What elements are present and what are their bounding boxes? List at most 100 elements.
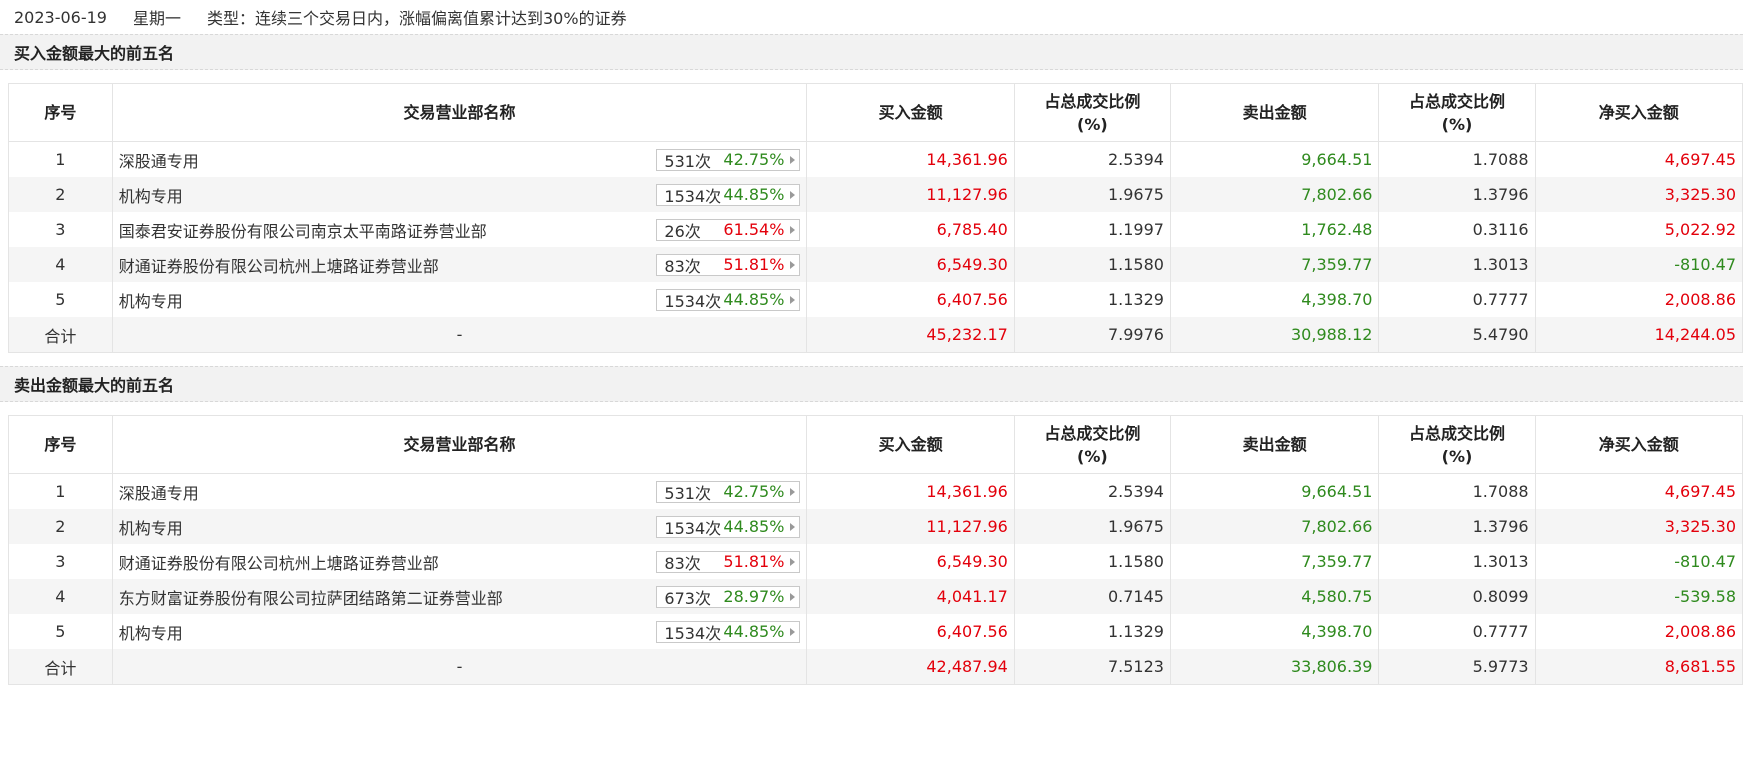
up-probability: 42.75%: [723, 482, 785, 501]
sell-amount: 7,359.77: [1169, 544, 1380, 579]
info-bar: 2023-06-19 星期一 类型：连续三个交易日内，涨幅偏离值累计达到30%的…: [0, 0, 1743, 34]
branch-name-cell: 财通证券股份有限公司杭州上塘路证券营业部 83次 51.81%: [111, 247, 808, 282]
col-branch-name-header: 交易营业部名称: [111, 83, 808, 142]
buy-top5-table: 序号 交易营业部名称 买入金额 占总成交比例 (%) 卖出金额 占总成交比例 (%)…: [8, 83, 1743, 353]
branch-stats-badge[interactable]: 83次 51.81%: [656, 550, 801, 573]
sell-ratio: 1.3013: [1378, 544, 1536, 579]
arrow-right-icon: [790, 592, 796, 601]
sell-amount: 7,802.66: [1169, 509, 1380, 544]
total-buy-amount: 42,487.94: [806, 649, 1015, 685]
net-buy-amount: -810.47: [1534, 544, 1743, 579]
trade-date: 2023-06-19: [14, 7, 107, 27]
buy-amount: 6,549.30: [806, 544, 1015, 579]
branch-name[interactable]: 财通证券股份有限公司杭州上塘路证券营业部: [119, 550, 439, 574]
sell-amount: 1,762.48: [1169, 212, 1380, 247]
total-sell-amount: 30,988.12: [1169, 317, 1380, 353]
arrow-right-icon: [790, 190, 796, 199]
table-row: 1 深股通专用 531次 42.75% 14,361.96 2.5394 9,664.51 1…: [8, 141, 1743, 177]
sell-ratio: 1.3796: [1378, 509, 1536, 544]
branch-name[interactable]: 深股通专用: [119, 480, 199, 504]
sell-amount: 7,359.77: [1169, 247, 1380, 282]
branch-name-wrapper: 机构专用 1534次 44.85%: [119, 515, 801, 539]
row-index: 5: [8, 282, 113, 317]
buy-amount: 6,407.56: [806, 614, 1015, 649]
branch-stats-badge[interactable]: 531次 42.75%: [656, 480, 801, 503]
row-index: 2: [8, 177, 113, 212]
total-branch-placeholder: -: [111, 649, 808, 685]
list-count: 531次: [664, 151, 711, 171]
branch-name[interactable]: 东方财富证券股份有限公司拉萨团结路第二证券营业部: [119, 585, 503, 609]
branch-name-wrapper: 财通证券股份有限公司杭州上塘路证券营业部 83次 51.81%: [119, 253, 801, 277]
branch-name[interactable]: 国泰君安证券股份有限公司南京太平南路证券营业部: [119, 218, 487, 242]
col-net-buy-header: 净买入金额: [1534, 415, 1743, 474]
net-buy-amount: 2,008.86: [1534, 614, 1743, 649]
buy-amount: 4,041.17: [806, 579, 1015, 614]
arrow-right-icon: [790, 522, 796, 531]
table-row: 3 财通证券股份有限公司杭州上塘路证券营业部 83次 51.81% 6,549.30 1.…: [8, 544, 1743, 579]
up-probability: 44.85%: [723, 185, 785, 204]
sell-amount: 7,802.66: [1169, 177, 1380, 212]
sell-amount: 4,398.70: [1169, 282, 1380, 317]
col-net-buy-header: 净买入金额: [1534, 83, 1743, 142]
table-header-row: 序号 交易营业部名称 买入金额 占总成交比例 (%) 卖出金额 占总成交比例 (%)…: [8, 415, 1743, 474]
buy-ratio: 2.5394: [1013, 141, 1171, 177]
branch-name[interactable]: 机构专用: [119, 515, 183, 539]
row-index: 3: [8, 544, 113, 579]
sell-ratio: 0.7777: [1378, 614, 1536, 649]
branch-stats-badge[interactable]: 1534次 44.85%: [656, 288, 801, 311]
branch-stats-badge[interactable]: 83次 51.81%: [656, 253, 801, 276]
branch-name[interactable]: 机构专用: [119, 183, 183, 207]
branch-stats-badge[interactable]: 531次 42.75%: [656, 148, 801, 171]
branch-stats-badge[interactable]: 26次 61.54%: [656, 218, 801, 241]
branch-name-cell: 深股通专用 531次 42.75%: [111, 473, 808, 509]
col-sell-amount-header: 卖出金额: [1169, 415, 1380, 474]
total-branch-placeholder: -: [111, 317, 808, 353]
arrow-right-icon: [790, 557, 796, 566]
branch-name[interactable]: 财通证券股份有限公司杭州上塘路证券营业部: [119, 253, 439, 277]
col-sell-ratio-header: 占总成交比例 (%): [1378, 83, 1536, 142]
branch-name[interactable]: 深股通专用: [119, 148, 199, 172]
sell-ratio: 1.7088: [1378, 473, 1536, 509]
table-row: 2 机构专用 1534次 44.85% 11,127.96 1.9675 7,802.66 1…: [8, 177, 1743, 212]
arrow-right-icon: [790, 260, 796, 269]
branch-name-cell: 财通证券股份有限公司杭州上塘路证券营业部 83次 51.81%: [111, 544, 808, 579]
row-index: 3: [8, 212, 113, 247]
net-buy-amount: 5,022.92: [1534, 212, 1743, 247]
list-count: 531次: [664, 483, 711, 503]
row-index: 1: [8, 141, 113, 177]
list-count: 1534次: [664, 518, 722, 538]
sell-ratio: 0.3116: [1378, 212, 1536, 247]
list-count: 1534次: [664, 186, 722, 206]
list-count: 1534次: [664, 623, 722, 643]
branch-name-cell: 东方财富证券股份有限公司拉萨团结路第二证券营业部 673次 28.97%: [111, 579, 808, 614]
branch-name-wrapper: 深股通专用 531次 42.75%: [119, 480, 801, 504]
branch-name-wrapper: 财通证券股份有限公司杭州上塘路证券营业部 83次 51.81%: [119, 550, 801, 574]
branch-stats-badge[interactable]: 1534次 44.85%: [656, 620, 801, 643]
branch-name[interactable]: 机构专用: [119, 288, 183, 312]
col-sell-amount-header: 卖出金额: [1169, 83, 1380, 142]
branch-stats-badge[interactable]: 1534次 44.85%: [656, 515, 801, 538]
sell-top5-title: 卖出金额最大的前五名: [0, 366, 1743, 402]
branch-stats-badge[interactable]: 673次 28.97%: [656, 585, 801, 608]
sell-amount: 9,664.51: [1169, 141, 1380, 177]
up-probability: 44.85%: [723, 517, 785, 536]
total-buy-ratio: 7.5123: [1013, 649, 1171, 685]
col-buy-amount-header: 买入金额: [806, 415, 1015, 474]
sell-ratio: 1.3013: [1378, 247, 1536, 282]
buy-amount: 14,361.96: [806, 473, 1015, 509]
col-buy-amount-header: 买入金额: [806, 83, 1015, 142]
list-count: 1534次: [664, 291, 722, 311]
branch-name-cell: 机构专用 1534次 44.85%: [111, 177, 808, 212]
buy-amount: 6,785.40: [806, 212, 1015, 247]
buy-amount: 6,549.30: [806, 247, 1015, 282]
arrow-right-icon: [790, 225, 796, 234]
total-row: 合计 -42,487.94 7.5123 33,806.39 5.9773 8,681.5…: [8, 649, 1743, 685]
branch-stats-badge[interactable]: 1534次 44.85%: [656, 183, 801, 206]
branch-name[interactable]: 机构专用: [119, 620, 183, 644]
table-header-row: 序号 交易营业部名称 买入金额 占总成交比例 (%) 卖出金额 占总成交比例 (%)…: [8, 83, 1743, 142]
row-index: 4: [8, 579, 113, 614]
buy-ratio: 1.9675: [1013, 177, 1171, 212]
col-sell-ratio-header: 占总成交比例 (%): [1378, 415, 1536, 474]
row-index: 2: [8, 509, 113, 544]
table-row: 4 东方财富证券股份有限公司拉萨团结路第二证券营业部 673次 28.97% 4,041…: [8, 579, 1743, 614]
